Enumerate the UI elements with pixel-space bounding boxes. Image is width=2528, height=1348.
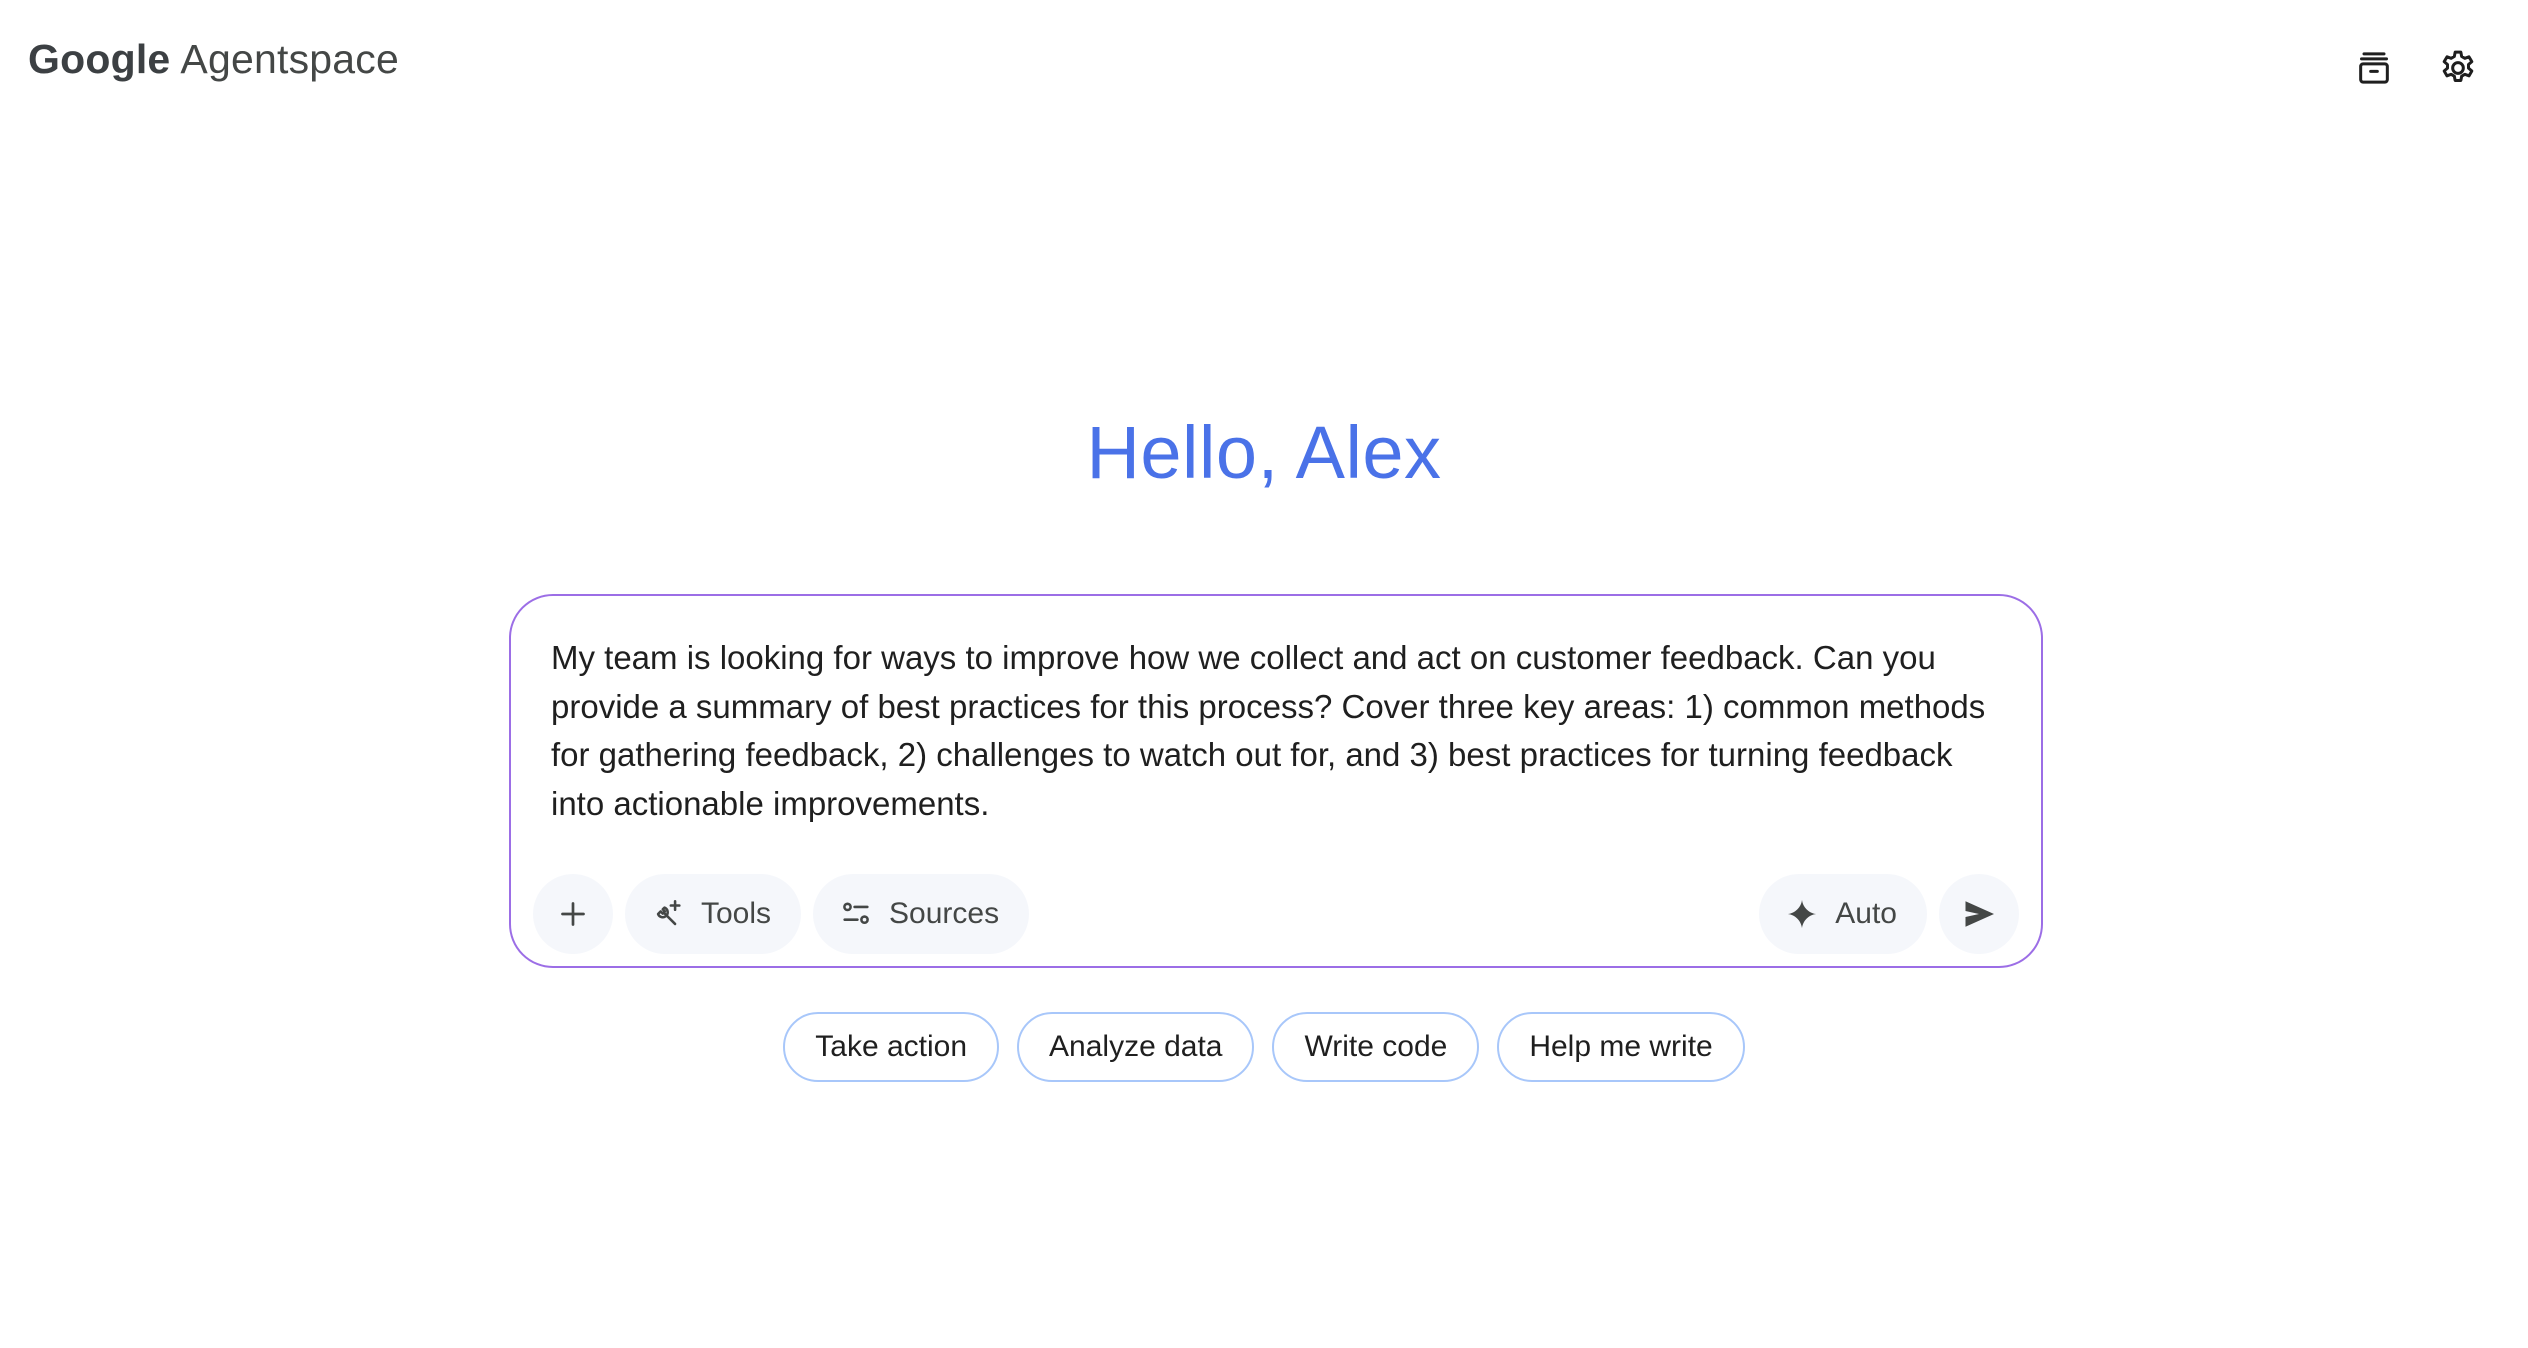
send-button[interactable]	[1939, 874, 2019, 954]
model-selector-label: Auto	[1835, 897, 1897, 930]
send-icon	[1965, 901, 1994, 927]
logo-google-text: Google	[28, 36, 171, 82]
settings-button[interactable]	[2436, 46, 2480, 90]
tools-button[interactable]: Tools	[625, 874, 802, 954]
add-button[interactable]	[533, 874, 613, 954]
composer-toolbar-left: Tools Sources	[533, 874, 1030, 954]
archive-button[interactable]	[2352, 46, 2396, 90]
sparkle-icon	[1788, 899, 1817, 929]
tools-wrench-icon	[656, 899, 681, 926]
chip-analyze-data[interactable]: Analyze data	[1017, 1012, 1255, 1082]
chip-write-code[interactable]: Write code	[1272, 1012, 1480, 1082]
archive-icon	[2359, 52, 2389, 84]
sources-sliders-icon	[843, 902, 869, 925]
chip-take-action[interactable]: Take action	[783, 1012, 1000, 1082]
plus-icon	[561, 902, 585, 926]
sources-button[interactable]: Sources	[813, 874, 1030, 954]
greeting-title: Hello, Alex	[1086, 411, 1442, 494]
composer-toolbar-right: Auto	[1759, 874, 2019, 954]
settings-gear-icon	[2442, 50, 2474, 82]
chip-help-me-write[interactable]: Help me write	[1497, 1012, 1745, 1082]
model-selector-button[interactable]: Auto	[1759, 874, 1927, 954]
prompt-input[interactable]: My team is looking for ways to improve h…	[551, 634, 2011, 828]
header-actions	[2352, 46, 2480, 90]
prompt-composer: My team is looking for ways to improve h…	[509, 594, 2043, 968]
sources-label: Sources	[889, 897, 1000, 930]
tools-label: Tools	[701, 897, 772, 930]
suggestion-chips: Take action Analyze data Write code Help…	[0, 1012, 2528, 1082]
app-logo[interactable]: Google Agentspace	[28, 36, 399, 83]
logo-product-text: Agentspace	[180, 36, 399, 82]
